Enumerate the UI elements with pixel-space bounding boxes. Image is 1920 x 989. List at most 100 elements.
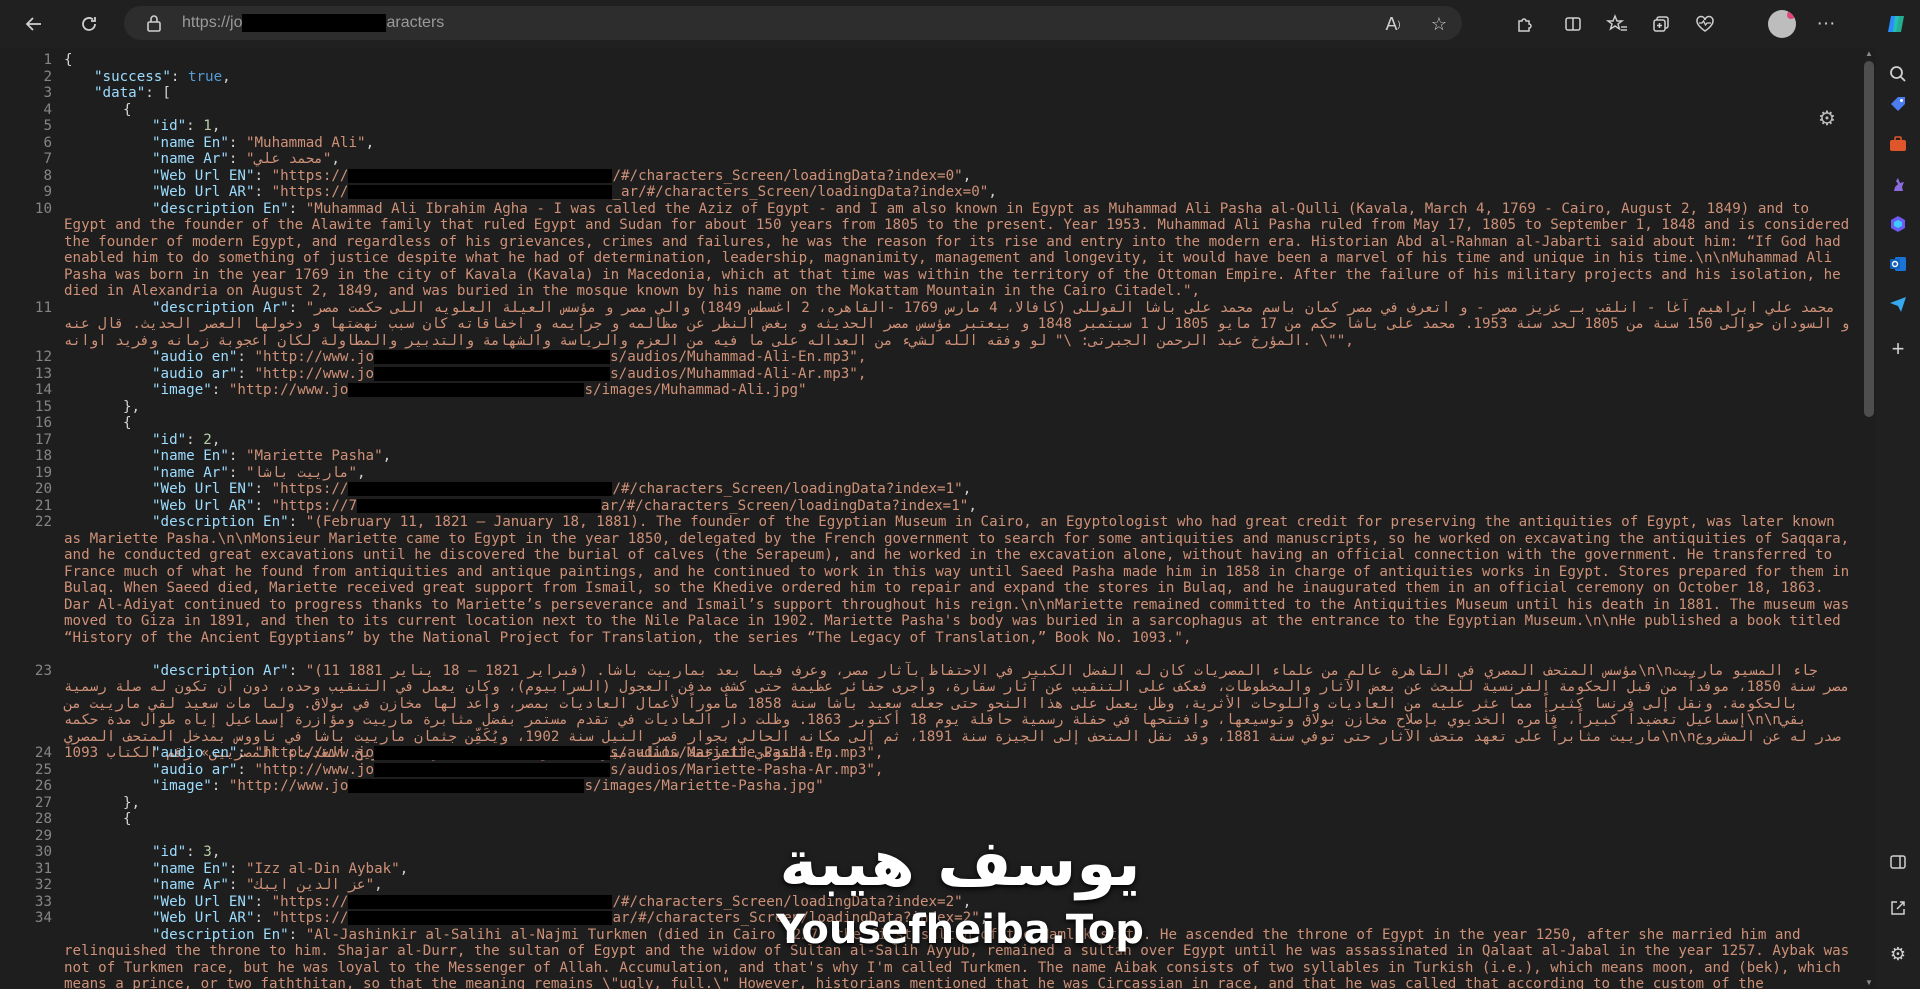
copilot-app-icon[interactable] xyxy=(1884,210,1912,238)
collections-icon[interactable] xyxy=(1647,10,1675,38)
json-value: "محمد علي" xyxy=(245,151,332,167)
more-icon[interactable]: ··· xyxy=(1812,10,1840,38)
json-value: "https://7 xyxy=(271,497,358,514)
line-number: 30 xyxy=(34,844,52,860)
json-line: "description En": "(February 11, 1821 – … xyxy=(64,514,1858,646)
json-value: "http://www.jo xyxy=(228,778,349,794)
redaction-bar xyxy=(348,168,613,183)
json-value: "https:// xyxy=(271,910,349,926)
favorites-icon[interactable] xyxy=(1603,10,1631,38)
json-value: "Muhammad Ali" xyxy=(245,134,366,151)
briefcase-icon[interactable] xyxy=(1884,130,1912,158)
json-line: "Web Url AR": "https://7 ar/#/characters_… xyxy=(152,497,977,514)
json-value: true xyxy=(187,68,223,85)
json-value: "Muhammad Ali Ibrahim Agha - I was calle… xyxy=(64,200,1858,300)
json-line: }, xyxy=(64,399,1850,416)
back-arrow-icon[interactable] xyxy=(16,6,52,42)
json-key: "name Ar" xyxy=(152,877,229,893)
address-bar[interactable]: https://jo aracters A) ☆ xyxy=(124,6,1462,40)
redaction-bar xyxy=(348,894,613,909)
json-key: "name Ar" xyxy=(152,151,229,167)
settings-icon[interactable]: ⚙ xyxy=(1884,940,1912,968)
profile-avatar[interactable] xyxy=(1768,10,1796,38)
search-icon[interactable] xyxy=(1884,60,1912,88)
json-value: "(February 11, 1821 – January 18, 1881).… xyxy=(64,514,1858,646)
json-value: "Mariette Pasha" xyxy=(245,448,383,464)
line-number: 27 xyxy=(34,794,52,811)
json-line: "audio ar": "http://www.jo s/audios/Marie… xyxy=(152,761,884,778)
copilot-icon[interactable] xyxy=(1882,10,1910,38)
vertical-scrollbar[interactable]: ▲ ▼ xyxy=(1862,48,1876,989)
redaction-bar xyxy=(357,498,602,513)
line-number: 6 xyxy=(43,134,52,151)
json-value: "عز الدين ايبك" xyxy=(245,877,375,893)
json-key: "Web Url AR" xyxy=(152,497,255,514)
line-number: 32 xyxy=(34,877,52,893)
tag-icon[interactable] xyxy=(1884,90,1912,118)
line-number: 22 xyxy=(34,514,52,530)
json-line: "success": true, xyxy=(94,68,231,85)
url-suffix: aracters xyxy=(386,14,445,32)
read-aloud-icon[interactable]: A) xyxy=(1382,13,1404,35)
line-number: 2 xyxy=(43,68,52,85)
redaction-bar xyxy=(348,911,613,925)
json-line: "id": 2, xyxy=(152,431,221,448)
watermark: يوسف هيبة Yousefheiba.Top xyxy=(760,824,1160,984)
sidebar-toggle-icon[interactable] xyxy=(1884,848,1912,876)
line-number: 3 xyxy=(43,85,52,101)
brace: }, xyxy=(123,398,141,415)
star-icon[interactable]: ☆ xyxy=(1428,13,1450,35)
json-value: s/audios/Mariette-Pasha-En.mp3", xyxy=(610,745,884,761)
brace: }, xyxy=(123,794,141,811)
scroll-thumb[interactable] xyxy=(1864,61,1874,417)
json-key: "audio en" xyxy=(152,745,238,761)
brace: { xyxy=(64,52,73,68)
scroll-up-arrow-icon[interactable]: ▲ xyxy=(1865,50,1873,58)
outlook-icon[interactable] xyxy=(1884,250,1912,278)
json-key: "id" xyxy=(152,431,187,448)
puzzle-icon[interactable] xyxy=(1511,10,1539,38)
redaction-bar xyxy=(374,762,611,777)
json-key: "image" xyxy=(152,382,212,398)
redaction-bar xyxy=(348,383,585,397)
browser-toolbar: https://jo aracters A) ☆ ··· xyxy=(0,0,1920,48)
brace: { xyxy=(123,415,132,431)
line-number: 7 xyxy=(43,151,52,167)
json-value: ar/#/characters_Screen/loadingData?index… xyxy=(601,497,969,514)
chess-icon[interactable] xyxy=(1884,170,1912,198)
json-key: "name Ar" xyxy=(152,464,229,481)
json-key: "name En" xyxy=(152,448,229,464)
add-icon[interactable]: + xyxy=(1884,335,1912,363)
json-value: s/images/Muhammad-Ali.jpg" xyxy=(584,382,807,398)
scroll-down-arrow-icon[interactable]: ▼ xyxy=(1865,979,1873,987)
line-number: 24 xyxy=(34,745,52,761)
json-key: "Web Url AR" xyxy=(152,184,255,200)
json-line: "name En": "Muhammad Ali", xyxy=(152,134,375,151)
external-link-icon[interactable] xyxy=(1884,894,1912,922)
line-number: 14 xyxy=(34,382,52,398)
json-line: "audio en": "http://www.jo s/audios/Muham… xyxy=(152,349,867,365)
json-value: "Izz al-Din Aybak" xyxy=(245,860,400,877)
json-line: "image": "http://www.jo s/images/Mariette… xyxy=(152,778,824,794)
json-line: { xyxy=(64,415,1850,432)
url-text[interactable]: https://jo aracters xyxy=(182,14,444,32)
json-key: "description Ar" xyxy=(152,662,289,679)
line-number: 13 xyxy=(34,365,52,382)
json-value: 3 xyxy=(203,844,212,860)
json-line: "data": [ xyxy=(94,85,171,101)
line-number: 10 xyxy=(34,200,52,217)
lock-icon[interactable] xyxy=(146,14,162,32)
reload-icon[interactable] xyxy=(71,6,107,42)
browser-sidebar: + ⚙ xyxy=(1876,48,1920,989)
json-line: { xyxy=(64,102,1850,119)
redaction-bar xyxy=(374,366,611,381)
json-key: "Web Url EN" xyxy=(152,167,255,184)
json-key: "description Ar" xyxy=(152,299,289,316)
json-line: "name Ar": "مارييت باشا", xyxy=(152,464,366,481)
brace: { xyxy=(123,811,132,827)
split-screen-icon[interactable] xyxy=(1559,10,1587,38)
browser-essentials-icon[interactable] xyxy=(1691,10,1719,38)
line-number: 8 xyxy=(43,167,52,184)
json-line: "Web Url EN": "https:///#/characters_Scr… xyxy=(152,481,972,497)
send-icon[interactable] xyxy=(1884,290,1912,318)
